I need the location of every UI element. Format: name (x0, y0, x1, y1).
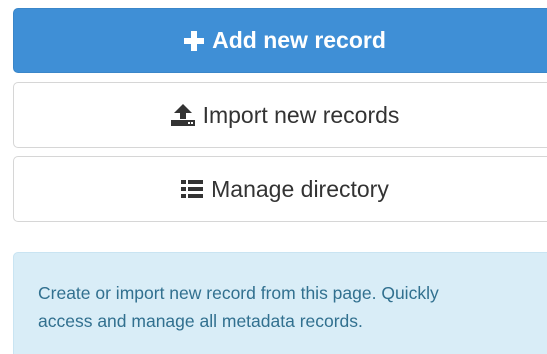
info-text-line-1: Create or import new record from this pa… (38, 283, 439, 303)
add-new-record-label: Add new record (212, 27, 386, 53)
page: Add new record Import new records Manage (0, 0, 547, 354)
manage-directory-button[interactable]: Manage directory (13, 156, 547, 222)
manage-directory-label: Manage directory (211, 175, 389, 202)
import-new-records-label: Import new records (202, 101, 400, 128)
list-icon (181, 180, 204, 198)
upload-icon (170, 104, 195, 126)
info-text-line-2: access and manage all metadata records. (38, 311, 363, 331)
add-new-record-button[interactable]: Add new record (13, 8, 547, 73)
plus-icon (184, 30, 205, 51)
info-alert: Create or import new record from this pa… (13, 252, 547, 354)
import-new-records-button[interactable]: Import new records (13, 82, 547, 148)
